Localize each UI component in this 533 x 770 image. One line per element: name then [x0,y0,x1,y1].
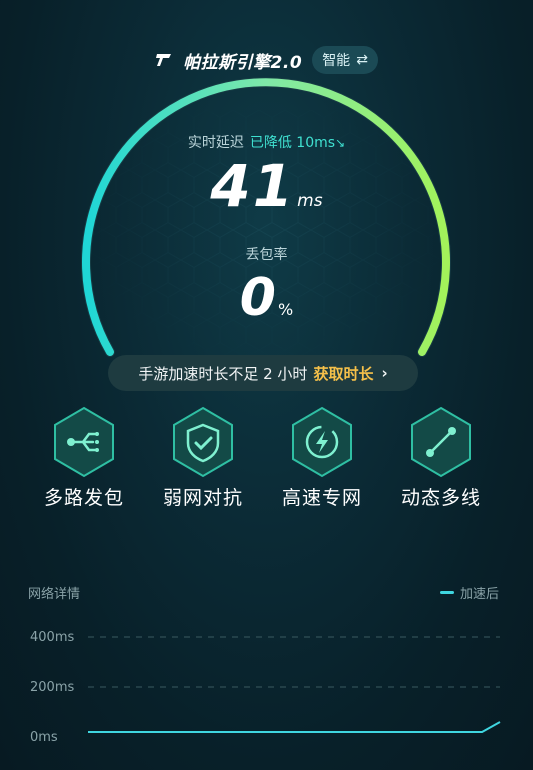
legend-swatch [439,591,454,594]
packet-loss-label: 丢包率 [245,247,288,263]
network-details-title: 网络详情 [28,587,81,602]
chevron-right-icon: › [381,364,388,382]
multipath-icon [54,406,114,478]
mode-toggle-button[interactable]: 智能 ⇄ [312,46,378,74]
mode-label: 智能 [322,53,351,69]
header-bar: 帕拉斯引擎2.0 智能 ⇄ [0,44,533,76]
shield-check-icon [173,406,233,478]
packet-loss-number: 0 [239,268,276,328]
feature-label: 弱网对抗 [162,487,243,509]
feature-label: 动态多线 [400,487,481,509]
get-duration-link[interactable]: 获取时长 [313,363,373,384]
chart-legend: 加速后 [439,583,499,602]
latency-chart [88,636,501,733]
latency-label-row: 实时延迟 已降低 10ms↘ [0,132,533,152]
swap-icon: ⇄ [356,52,368,68]
engine-logo-icon [156,54,172,66]
latency-value: 41 ms [0,152,533,220]
latency-delta: 已降低 10ms [249,135,336,151]
bolt-icon [292,406,352,478]
latency-label: 实时延迟 [187,135,244,151]
feature-label: 高速专网 [281,487,362,509]
notice-text: 手游加速时长不足 2 小时 [138,364,308,383]
engine-title: 帕拉斯引擎2.0 [183,52,303,73]
packet-loss-unit: % [277,300,294,319]
packet-loss-value: 0% [0,268,533,328]
link-nodes-icon [411,406,471,478]
legend-label: 加速后 [459,587,499,602]
duration-notice-banner[interactable]: 手游加速时长不足 2 小时 获取时长 › [108,355,418,391]
feature-high-speed[interactable]: 高速专网 [262,405,382,510]
trend-down-icon: ↘ [335,136,346,150]
latency-unit: ms [297,191,323,211]
feature-weak-network[interactable]: 弱网对抗 [143,405,263,510]
series-line-accelerated [88,721,501,733]
latency-number: 41 [210,152,296,220]
feature-dynamic-multiline[interactable]: 动态多线 [381,405,501,510]
feature-multipath[interactable]: 多路发包 [24,405,144,510]
feature-label: 多路发包 [43,487,124,509]
